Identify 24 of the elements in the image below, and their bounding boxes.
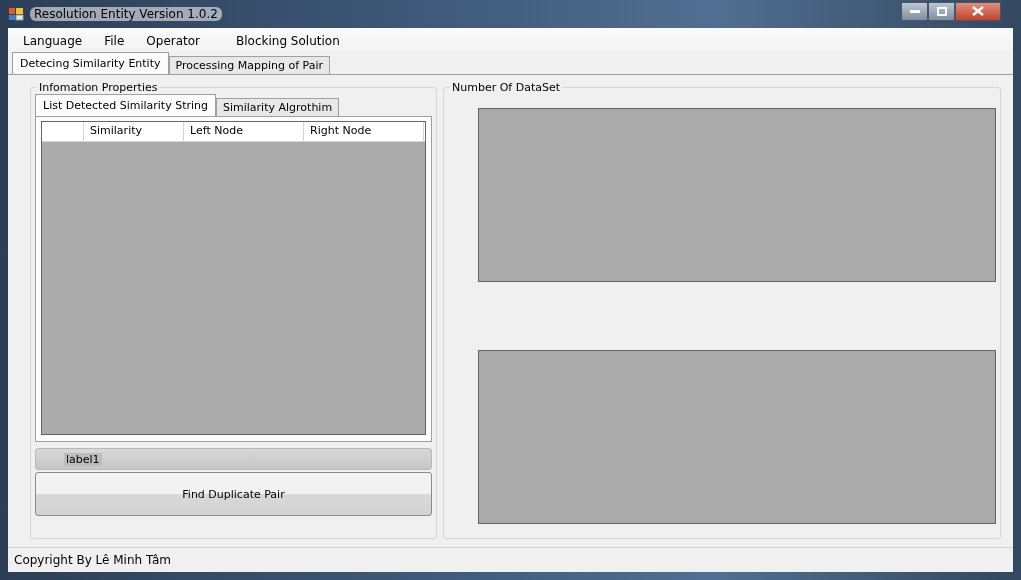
menu-item[interactable]: Operator [137, 32, 210, 50]
menu-item[interactable]: File [95, 32, 134, 50]
label-text: label1 [64, 452, 102, 466]
window-title: Resolution Entity Version 1.0.2 [30, 7, 222, 21]
group-title: Number Of DataSet [450, 81, 563, 94]
menu-item[interactable]: Blocking Solution [227, 32, 349, 50]
column-header[interactable]: Right Node [304, 122, 424, 141]
tab[interactable]: Detecing Similarity Entity [12, 52, 169, 74]
close-icon [972, 6, 984, 16]
maximize-button[interactable] [928, 1, 955, 21]
find-duplicate-button[interactable]: Find Duplicate Pair [35, 472, 432, 516]
minimize-icon [909, 9, 920, 13]
column-header[interactable]: Left Node [184, 122, 304, 141]
tab[interactable]: Processing Mapping of Pair [168, 56, 330, 74]
menu-item[interactable]: Language [14, 32, 92, 50]
minimize-button[interactable] [901, 1, 928, 21]
tab[interactable]: Similarity Algrothim [216, 98, 340, 116]
close-button[interactable] [955, 1, 1001, 21]
app-icon [8, 6, 24, 22]
maximize-icon [936, 6, 947, 16]
column-header[interactable]: Similarity [84, 122, 184, 141]
status-text: Copyright By Lê Minh Tâm [14, 553, 171, 567]
tab[interactable]: List Detected Similarity String [35, 94, 216, 116]
group-title: Infomation Properties [37, 81, 160, 94]
